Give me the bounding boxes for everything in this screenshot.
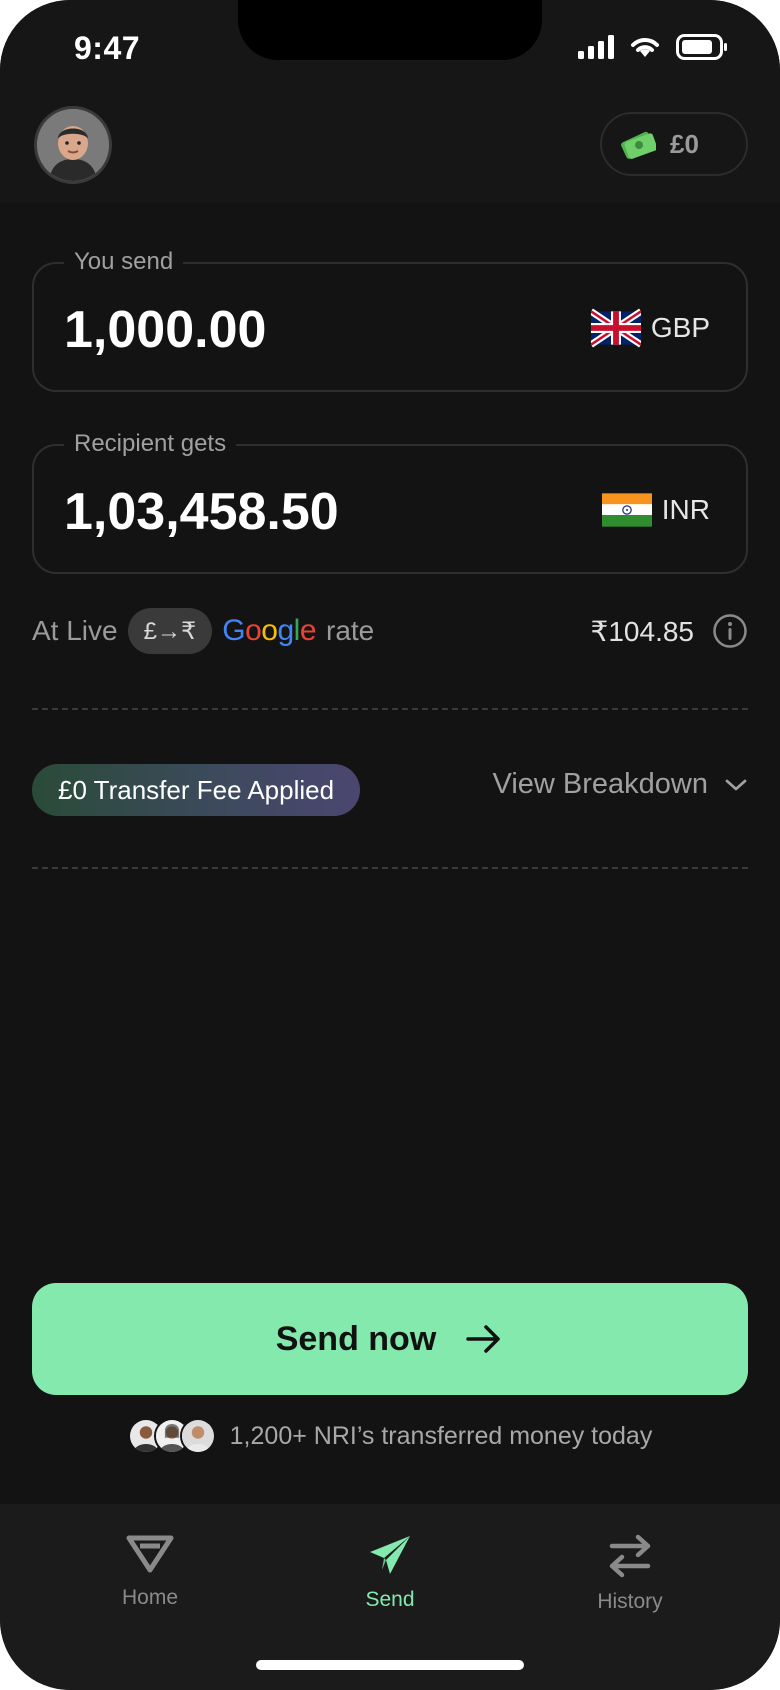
home-logo-icon: [126, 1535, 174, 1573]
send-amount-value[interactable]: 1,000.00: [64, 300, 266, 360]
exchange-rate-row: At Live £→₹ Google rate ₹104.85: [32, 608, 748, 654]
status-icons: [578, 34, 728, 60]
india-flag-icon: [601, 493, 652, 527]
send-now-button[interactable]: Send now: [32, 1283, 748, 1395]
paper-plane-icon: [370, 1536, 410, 1574]
user-avatar-3: [179, 1418, 216, 1454]
rate-value: ₹104.85: [590, 615, 694, 647]
user-faces: [127, 1418, 216, 1454]
info-icon[interactable]: [712, 613, 748, 649]
cash-icon: [621, 131, 656, 159]
fee-badge: £0 Transfer Fee Applied: [32, 764, 361, 816]
send-currency-selector[interactable]: GBP: [590, 308, 710, 348]
view-breakdown-toggle[interactable]: View Breakdown: [493, 768, 748, 801]
social-proof: 1,200+ NRI’s transferred money today: [0, 1418, 780, 1454]
battery-icon: [676, 34, 727, 60]
uk-flag-icon: [590, 308, 641, 348]
wallet-balance-text: £0: [670, 128, 699, 159]
chevron-down-icon: [725, 779, 747, 790]
phone-screen: 9:47 £0 You send 1,000.00 GBP Recipient …: [0, 0, 780, 1690]
receive-amount-value[interactable]: 1,03,458.50: [64, 482, 339, 542]
tab-history-label: History: [597, 1590, 663, 1613]
tab-history[interactable]: History: [530, 1534, 730, 1614]
send-amount-field[interactable]: You send 1,000.00 GBP: [32, 248, 748, 392]
tab-send[interactable]: Send: [290, 1534, 490, 1612]
send-now-label: Send now: [275, 1319, 437, 1358]
currency-pair-badge: £→₹: [127, 608, 213, 654]
wallet-balance-button[interactable]: £0: [600, 112, 748, 176]
profile-avatar[interactable]: [34, 106, 112, 184]
status-time: 9:47: [74, 30, 141, 66]
arrow-right-icon: [466, 1325, 501, 1353]
receive-field-label: Recipient gets: [64, 430, 237, 458]
breakdown-label: View Breakdown: [492, 768, 708, 800]
notch: [238, 0, 542, 60]
google-logo: Google: [222, 614, 316, 647]
tab-send-label: Send: [365, 1588, 415, 1611]
tab-home[interactable]: Home: [50, 1534, 250, 1610]
receive-currency-code: INR: [661, 494, 710, 525]
home-indicator: [256, 1660, 524, 1670]
avatar-image: [37, 109, 109, 181]
receive-currency-selector[interactable]: INR: [601, 490, 710, 530]
divider-bottom: [32, 867, 748, 869]
tab-home-label: Home: [121, 1586, 179, 1609]
swap-arrows-icon: [609, 1534, 651, 1578]
send-currency-code: GBP: [650, 312, 710, 343]
rate-prefix: At Live: [32, 615, 118, 646]
send-field-label: You send: [64, 248, 184, 276]
receive-amount-field[interactable]: Recipient gets 1,03,458.50 INR: [32, 430, 748, 574]
wifi-icon: [631, 38, 659, 57]
rate-suffix: rate: [326, 615, 375, 646]
social-proof-text: 1,200+ NRI’s transferred money today: [229, 1421, 653, 1450]
signal-icon: [578, 35, 614, 59]
divider-top: [32, 708, 748, 710]
